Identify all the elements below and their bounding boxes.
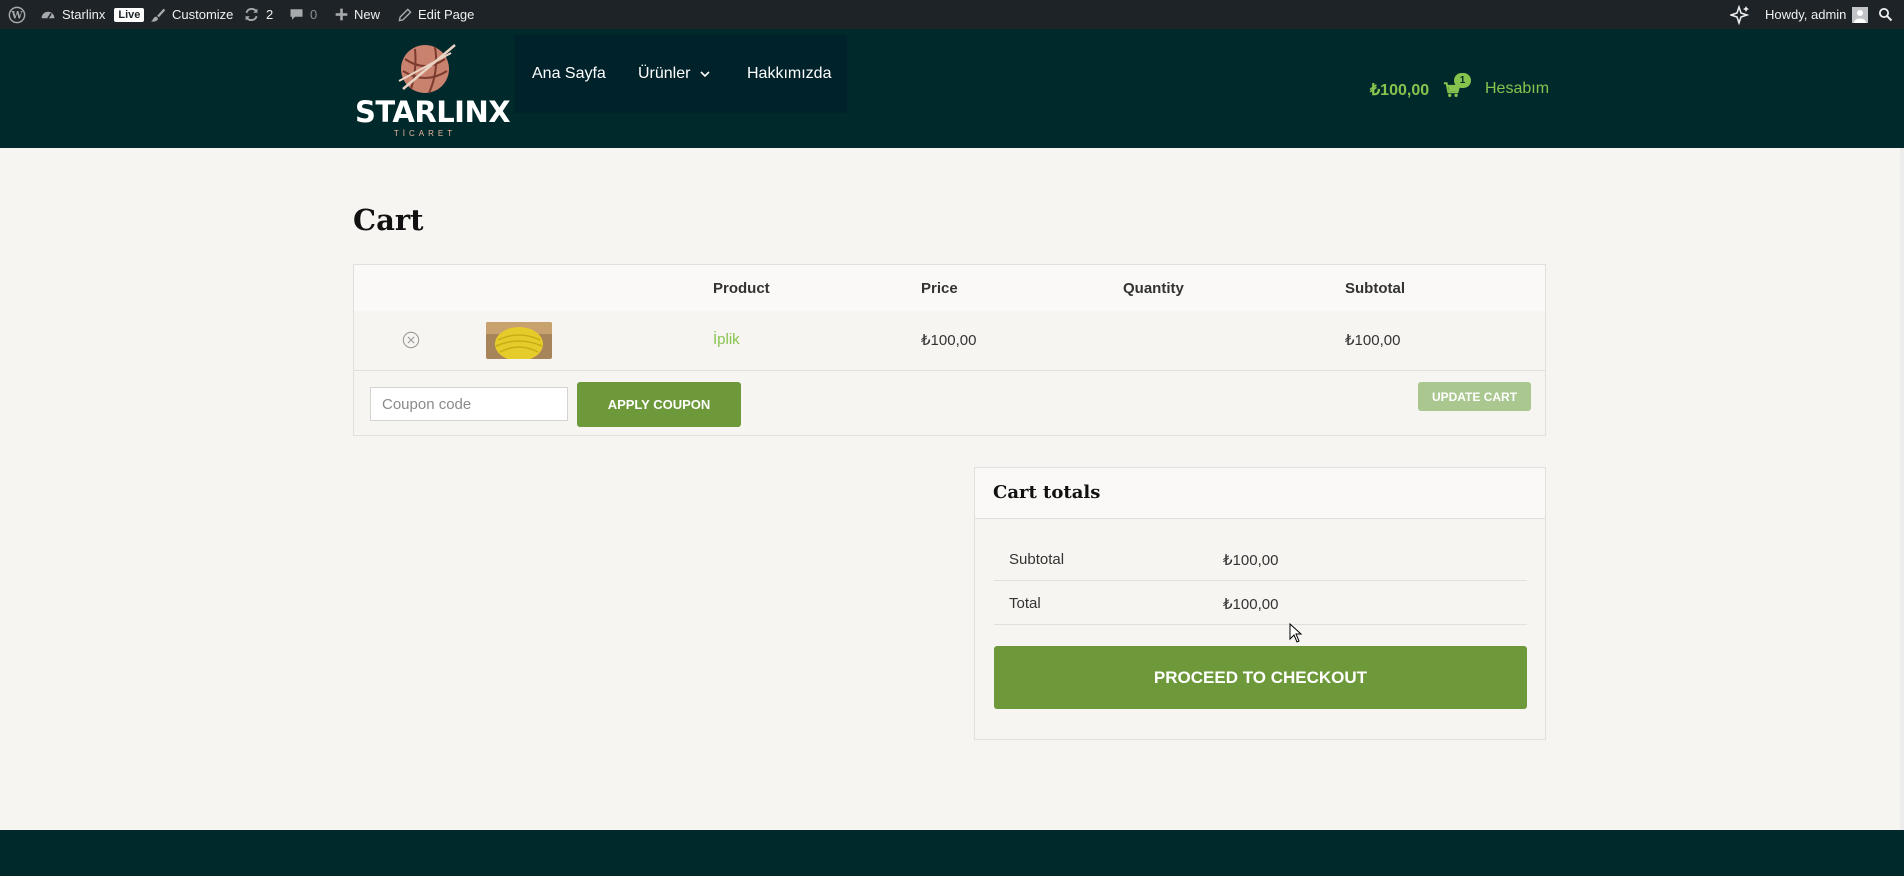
cart-table: Product Price Quantity Subtotal İplik ₺1… — [353, 264, 1546, 436]
product-name-link[interactable]: İplik — [713, 331, 740, 348]
admin-bar: W Starlinx Live Customize 2 0 New Edit P… — [0, 0, 1904, 29]
site-logo[interactable]: STARLINX TİCARET — [355, 41, 511, 141]
wordpress-icon: W — [8, 6, 26, 23]
update-cart-button[interactable]: UPDATE CART — [1418, 382, 1531, 411]
cart-totals-title: Cart totals — [993, 482, 1101, 503]
updates-count: 2 — [266, 7, 274, 22]
svg-text:W: W — [10, 10, 23, 21]
mouse-cursor-icon — [1289, 623, 1303, 643]
column-quantity: Quantity — [1123, 280, 1184, 297]
total-row: Total ₺100,00 — [994, 581, 1527, 625]
main-navigation: Ana Sayfa Ürünler Hakkımızda — [514, 35, 847, 113]
cart-actions: APPLY COUPON UPDATE CART — [354, 371, 1545, 435]
column-product: Product — [713, 280, 770, 297]
search-icon — [1878, 7, 1893, 22]
nav-item-hakkimizda[interactable]: Hakkımızda — [747, 35, 831, 113]
user-avatar — [1852, 6, 1869, 23]
account-link[interactable]: Hesabım — [1485, 80, 1549, 98]
new-content-link[interactable]: New — [335, 0, 380, 29]
chevron-down-icon — [700, 71, 711, 78]
customize-label: Customize — [172, 7, 234, 22]
proceed-to-checkout-button[interactable]: PROCEED TO CHECKOUT — [994, 646, 1527, 709]
live-badge: Live — [114, 7, 145, 22]
remove-icon[interactable] — [402, 331, 420, 349]
table-row: İplik ₺100,00 ₺100,00 — [354, 311, 1545, 371]
search-button[interactable] — [1878, 0, 1893, 29]
cart-count-badge: 1 — [1454, 73, 1471, 88]
product-price: ₺100,00 — [921, 332, 977, 349]
comments-link[interactable]: 0 — [289, 0, 317, 29]
cart-totals-header: Cart totals — [975, 468, 1545, 519]
subtotal-row: Subtotal ₺100,00 — [994, 537, 1527, 581]
dashboard-icon — [41, 11, 55, 19]
account-menu[interactable]: Howdy, admin — [1765, 0, 1869, 29]
logo-subtext: TİCARET — [393, 129, 457, 138]
wordpress-logo-button[interactable]: W — [8, 0, 26, 29]
updates-icon — [245, 8, 258, 21]
coupon-code-input[interactable] — [370, 387, 568, 421]
yarn-ball-logo-icon — [398, 44, 456, 94]
site-header: STARLINX TİCARET Ana Sayfa Ürünler Hakkı… — [0, 29, 1904, 148]
page-title: Cart — [353, 203, 424, 237]
column-price: Price — [921, 280, 958, 297]
comments-count: 0 — [310, 7, 318, 22]
customize-link[interactable]: Customize — [150, 0, 233, 29]
edit-page-label: Edit Page — [418, 7, 475, 22]
sparkle-icon — [1730, 4, 1750, 25]
ai-assistant-button[interactable] — [1730, 0, 1750, 29]
logo-text: STARLINX — [355, 95, 511, 129]
comment-icon — [290, 9, 303, 20]
nav-item-urunler-label: Ürünler — [638, 65, 691, 82]
column-subtotal: Subtotal — [1345, 280, 1405, 297]
scrollbar[interactable] — [1900, 148, 1904, 830]
total-label: Total — [1009, 595, 1041, 612]
brush-icon — [150, 8, 166, 22]
nav-item-urunler[interactable]: Ürünler — [638, 35, 711, 113]
product-subtotal: ₺100,00 — [1345, 332, 1401, 349]
new-label: New — [354, 7, 381, 22]
greeting: Howdy, admin — [1765, 7, 1847, 22]
subtotal-label: Subtotal — [1009, 551, 1065, 568]
cart-table-header: Product Price Quantity Subtotal — [354, 265, 1545, 312]
nav-item-ana-sayfa[interactable]: Ana Sayfa — [532, 35, 606, 113]
updates-link[interactable]: 2 — [243, 0, 273, 29]
site-name: Starlinx — [62, 7, 106, 22]
header-cart-total[interactable]: ₺100,00 — [1370, 80, 1429, 100]
cart-totals: Cart totals Subtotal ₺100,00 Total ₺100,… — [974, 467, 1546, 740]
pencil-icon — [398, 7, 412, 21]
plus-icon — [335, 8, 348, 21]
total-value: ₺100,00 — [1223, 596, 1279, 613]
subtotal-value: ₺100,00 — [1223, 552, 1279, 569]
site-name-link[interactable]: Starlinx Live — [40, 0, 145, 29]
edit-page-link[interactable]: Edit Page — [398, 0, 474, 29]
site-footer — [0, 830, 1904, 876]
apply-coupon-button[interactable]: APPLY COUPON — [577, 382, 741, 427]
product-thumbnail[interactable] — [486, 322, 552, 359]
